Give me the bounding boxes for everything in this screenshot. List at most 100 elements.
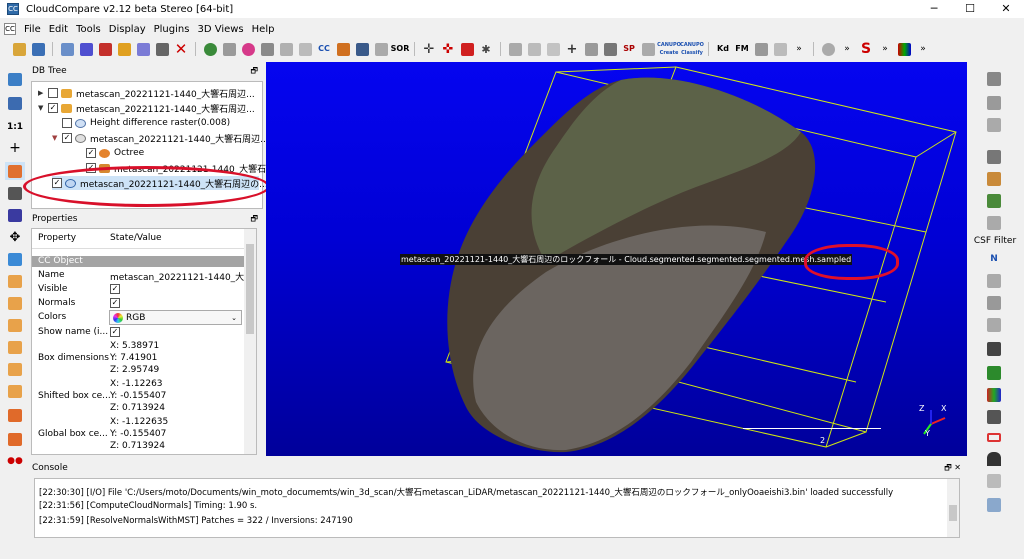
shield-icon[interactable] bbox=[984, 214, 1004, 232]
normal-icon[interactable]: N bbox=[984, 250, 1004, 268]
scrollbar-thumb[interactable] bbox=[246, 244, 254, 334]
left-view-icon[interactable] bbox=[5, 316, 25, 334]
canupo-create-icon[interactable]: CANUPO Create bbox=[657, 40, 681, 58]
distance-icon[interactable] bbox=[296, 40, 314, 58]
iso-back-icon[interactable] bbox=[5, 430, 25, 448]
minimize-button[interactable]: ─ bbox=[916, 0, 952, 18]
print-icon[interactable] bbox=[752, 40, 770, 58]
toolbar-more-icon[interactable]: » bbox=[838, 40, 856, 58]
expand-arrow-icon[interactable]: ▶ bbox=[38, 89, 48, 97]
console-window-buttons[interactable]: 🗗 ✕ bbox=[944, 461, 961, 475]
python-icon[interactable]: S bbox=[857, 40, 875, 58]
visibility-checkbox[interactable] bbox=[48, 88, 58, 98]
property-value[interactable]: metascan_20221121-1440_大... bbox=[110, 270, 253, 283]
sp-icon[interactable]: SP bbox=[620, 40, 638, 58]
toolbar-more-icon[interactable]: » bbox=[914, 40, 932, 58]
brush-icon[interactable] bbox=[984, 170, 1004, 188]
zoom-icon[interactable] bbox=[5, 250, 25, 268]
perspective-icon[interactable] bbox=[5, 184, 25, 202]
kd-tree-icon[interactable]: Kd bbox=[714, 40, 732, 58]
delete-icon[interactable]: ✕ bbox=[172, 40, 190, 58]
ellipse-icon[interactable] bbox=[984, 428, 1004, 446]
menu-help[interactable]: Help bbox=[252, 24, 275, 35]
tree-item[interactable]: ▼ ✓ metascan_20221121-1440_大響石周辺... bbox=[38, 101, 255, 115]
colors-dropdown[interactable]: RGB ⌄ bbox=[109, 310, 242, 325]
toolbar-more-icon[interactable]: » bbox=[876, 40, 894, 58]
normals-icon[interactable] bbox=[220, 40, 238, 58]
plus-icon[interactable]: + bbox=[5, 139, 25, 157]
right-view-icon[interactable] bbox=[5, 338, 25, 356]
3d-viewport[interactable]: metascan_20221121-1440_大響石周辺のロックフォール - C… bbox=[266, 62, 967, 456]
top-view-icon[interactable] bbox=[5, 272, 25, 290]
merge-icon[interactable] bbox=[134, 40, 152, 58]
hex-icon[interactable] bbox=[984, 364, 1004, 382]
disable-icon[interactable] bbox=[984, 70, 1004, 88]
maximize-button[interactable]: ☐ bbox=[952, 0, 988, 18]
qr-icon[interactable] bbox=[984, 340, 1004, 358]
rgb-dots-icon[interactable] bbox=[984, 386, 1004, 404]
app-menu-icon[interactable]: CC bbox=[4, 23, 16, 35]
gradient-icon[interactable] bbox=[582, 40, 600, 58]
tree-item[interactable]: ✓ Octree bbox=[86, 146, 144, 160]
menu-display[interactable]: Display bbox=[109, 24, 146, 35]
visibility-checkbox[interactable] bbox=[62, 118, 72, 128]
layers-icon[interactable] bbox=[984, 94, 1004, 112]
list-icon[interactable] bbox=[77, 40, 95, 58]
menu-3d-views[interactable]: 3D Views bbox=[197, 24, 243, 35]
visibility-checkbox[interactable]: ✓ bbox=[62, 133, 72, 143]
shield-alt-icon[interactable] bbox=[984, 316, 1004, 334]
normals-checkbox[interactable]: ✓ bbox=[110, 298, 120, 308]
console-scrollbar[interactable] bbox=[947, 479, 959, 537]
float-panel-icon[interactable]: 🗗 bbox=[250, 64, 258, 78]
float-panel-icon[interactable]: 🗗 bbox=[250, 212, 258, 226]
menu-tools[interactable]: Tools bbox=[76, 24, 101, 35]
csf-filter-label[interactable]: CSF Filter bbox=[971, 236, 1019, 246]
pan-icon[interactable]: ✥ bbox=[5, 228, 25, 246]
scalar-field-icon[interactable] bbox=[544, 40, 562, 58]
subsample-icon[interactable] bbox=[153, 40, 171, 58]
align-icon[interactable] bbox=[277, 40, 295, 58]
add-sf-icon[interactable]: + bbox=[563, 40, 581, 58]
pick-point-icon[interactable]: ✛ bbox=[420, 40, 438, 58]
ransac-icon[interactable] bbox=[984, 294, 1004, 312]
bottom-view-icon[interactable] bbox=[5, 360, 25, 378]
show-name-checkbox[interactable]: ✓ bbox=[110, 327, 120, 337]
visible-checkbox[interactable]: ✓ bbox=[110, 284, 120, 294]
open-icon[interactable] bbox=[10, 40, 28, 58]
sample-points-icon[interactable] bbox=[239, 40, 257, 58]
register-icon[interactable] bbox=[201, 40, 219, 58]
properties-scrollbar[interactable] bbox=[244, 229, 256, 454]
histogram-icon[interactable] bbox=[506, 40, 524, 58]
collapse-arrow-icon[interactable]: ▼ bbox=[52, 134, 62, 142]
toolbar-more-icon[interactable]: » bbox=[790, 40, 808, 58]
sor-icon[interactable]: SOR bbox=[391, 40, 410, 58]
facets-icon[interactable]: FM bbox=[733, 40, 751, 58]
canupo-classify-icon[interactable]: CANUPO Classify bbox=[680, 40, 704, 58]
stereo-icon[interactable]: ●● bbox=[5, 452, 25, 470]
visibility-checkbox[interactable]: ✓ bbox=[86, 148, 96, 158]
scrollbar-thumb[interactable] bbox=[949, 505, 957, 521]
front-view-icon[interactable] bbox=[5, 294, 25, 312]
grid-icon[interactable] bbox=[353, 40, 371, 58]
color-icon[interactable] bbox=[115, 40, 133, 58]
point-pair-icon[interactable]: ✜ bbox=[439, 40, 457, 58]
pointer-icon[interactable] bbox=[984, 408, 1004, 426]
cross-section-icon[interactable] bbox=[458, 40, 476, 58]
export-icon[interactable] bbox=[639, 40, 657, 58]
mesh-icon[interactable] bbox=[258, 40, 276, 58]
pick-tool-icon[interactable] bbox=[984, 192, 1004, 210]
document-icon[interactable] bbox=[984, 472, 1004, 490]
color-ramp-icon[interactable] bbox=[895, 40, 913, 58]
cloud-upload-icon[interactable] bbox=[984, 496, 1004, 514]
screen-icon[interactable] bbox=[5, 70, 25, 88]
menu-file[interactable]: File bbox=[24, 24, 41, 35]
tree-item[interactable]: ▼ ✓ metascan_20221121-1440_大響石周辺... bbox=[52, 131, 269, 145]
orthographic-icon[interactable] bbox=[5, 206, 25, 224]
filter-icon[interactable] bbox=[334, 40, 352, 58]
settings-icon[interactable] bbox=[819, 40, 837, 58]
iso-front-icon[interactable] bbox=[5, 406, 25, 424]
magnet-icon[interactable] bbox=[984, 450, 1004, 468]
segment-icon[interactable] bbox=[96, 40, 114, 58]
layers-alt-icon[interactable] bbox=[984, 116, 1004, 134]
menu-edit[interactable]: Edit bbox=[49, 24, 68, 35]
